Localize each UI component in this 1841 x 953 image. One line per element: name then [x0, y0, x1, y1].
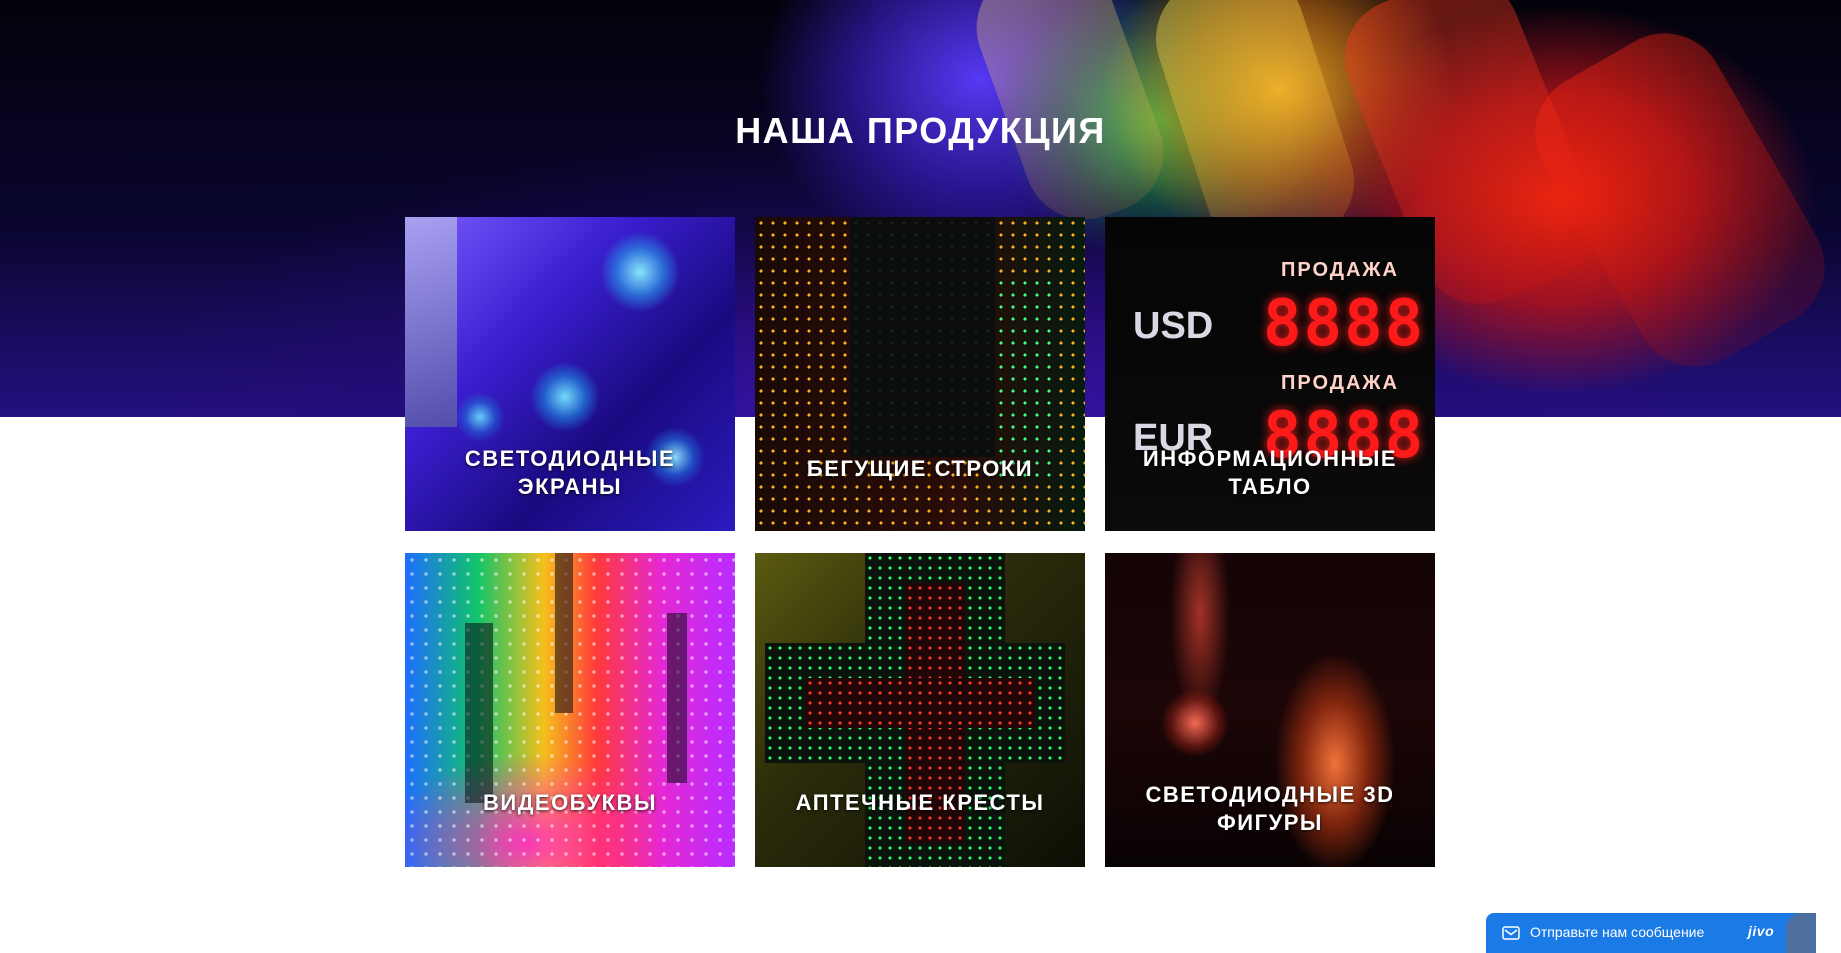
product-card-led-screens[interactable]: СВЕТОДИОДНЫЕ ЭКРАНЫ [405, 217, 735, 531]
product-card-video-letters[interactable]: ВИДЕОБУКВЫ [405, 553, 735, 867]
product-card-label: ВИДЕОБУКВЫ [483, 790, 657, 815]
chat-widget-corner [1786, 913, 1816, 953]
chat-widget-button[interactable]: Отправьте нам сообщение jivo [1486, 913, 1816, 953]
product-card-running-lines[interactable]: БЕГУЩИЕ СТРОКИ [755, 217, 1085, 531]
mail-icon [1502, 925, 1520, 941]
board-sale-caption: ПРОДАЖА [1281, 372, 1399, 394]
board-currency: USD [1133, 305, 1214, 347]
product-card-label: ИНФОРМАЦИОННЫЕ ТАБЛО [1142, 446, 1398, 499]
product-card-label: БЕГУЩИЕ СТРОКИ [806, 456, 1034, 481]
product-card-label: СВЕТОДИОДНЫЕ ЭКРАНЫ [464, 446, 676, 499]
board-digits: 8888 [1263, 287, 1426, 361]
product-card-info-boards[interactable]: ПРОДАЖА USD 8888 ПРОДАЖА EUR 8888 ИНФОРМ… [1105, 217, 1435, 531]
board-sale-caption: ПРОДАЖА [1281, 259, 1399, 281]
chat-widget-brand: jivo [1748, 923, 1775, 939]
product-card-3d-figures[interactable]: СВЕТОДИОДНЫЕ 3D ФИГУРЫ [1105, 553, 1435, 867]
section-title: НАША ПРОДУКЦИЯ [735, 110, 1106, 151]
product-card-pharmacy-crosses[interactable]: АПТЕЧНЫЕ КРЕСТЫ [755, 553, 1085, 867]
page: НАША ПРОДУКЦИЯ СВЕТОДИОДНЫЕ ЭКРАНЫ БЕГУЩ… [0, 0, 1841, 953]
pharmacy-cross-image [755, 553, 1085, 867]
chat-widget-text: Отправьте нам сообщение [1530, 924, 1705, 940]
video-letters-image [405, 553, 735, 867]
product-card-label: АПТЕЧНЫЕ КРЕСТЫ [795, 790, 1045, 815]
product-grid: СВЕТОДИОДНЫЕ ЭКРАНЫ БЕГУЩИЕ СТРОКИ ПРОДА… [405, 217, 1435, 867]
running-lines-image [755, 217, 1085, 531]
product-card-label: СВЕТОДИОДНЫЕ 3D ФИГУРЫ [1145, 782, 1395, 835]
